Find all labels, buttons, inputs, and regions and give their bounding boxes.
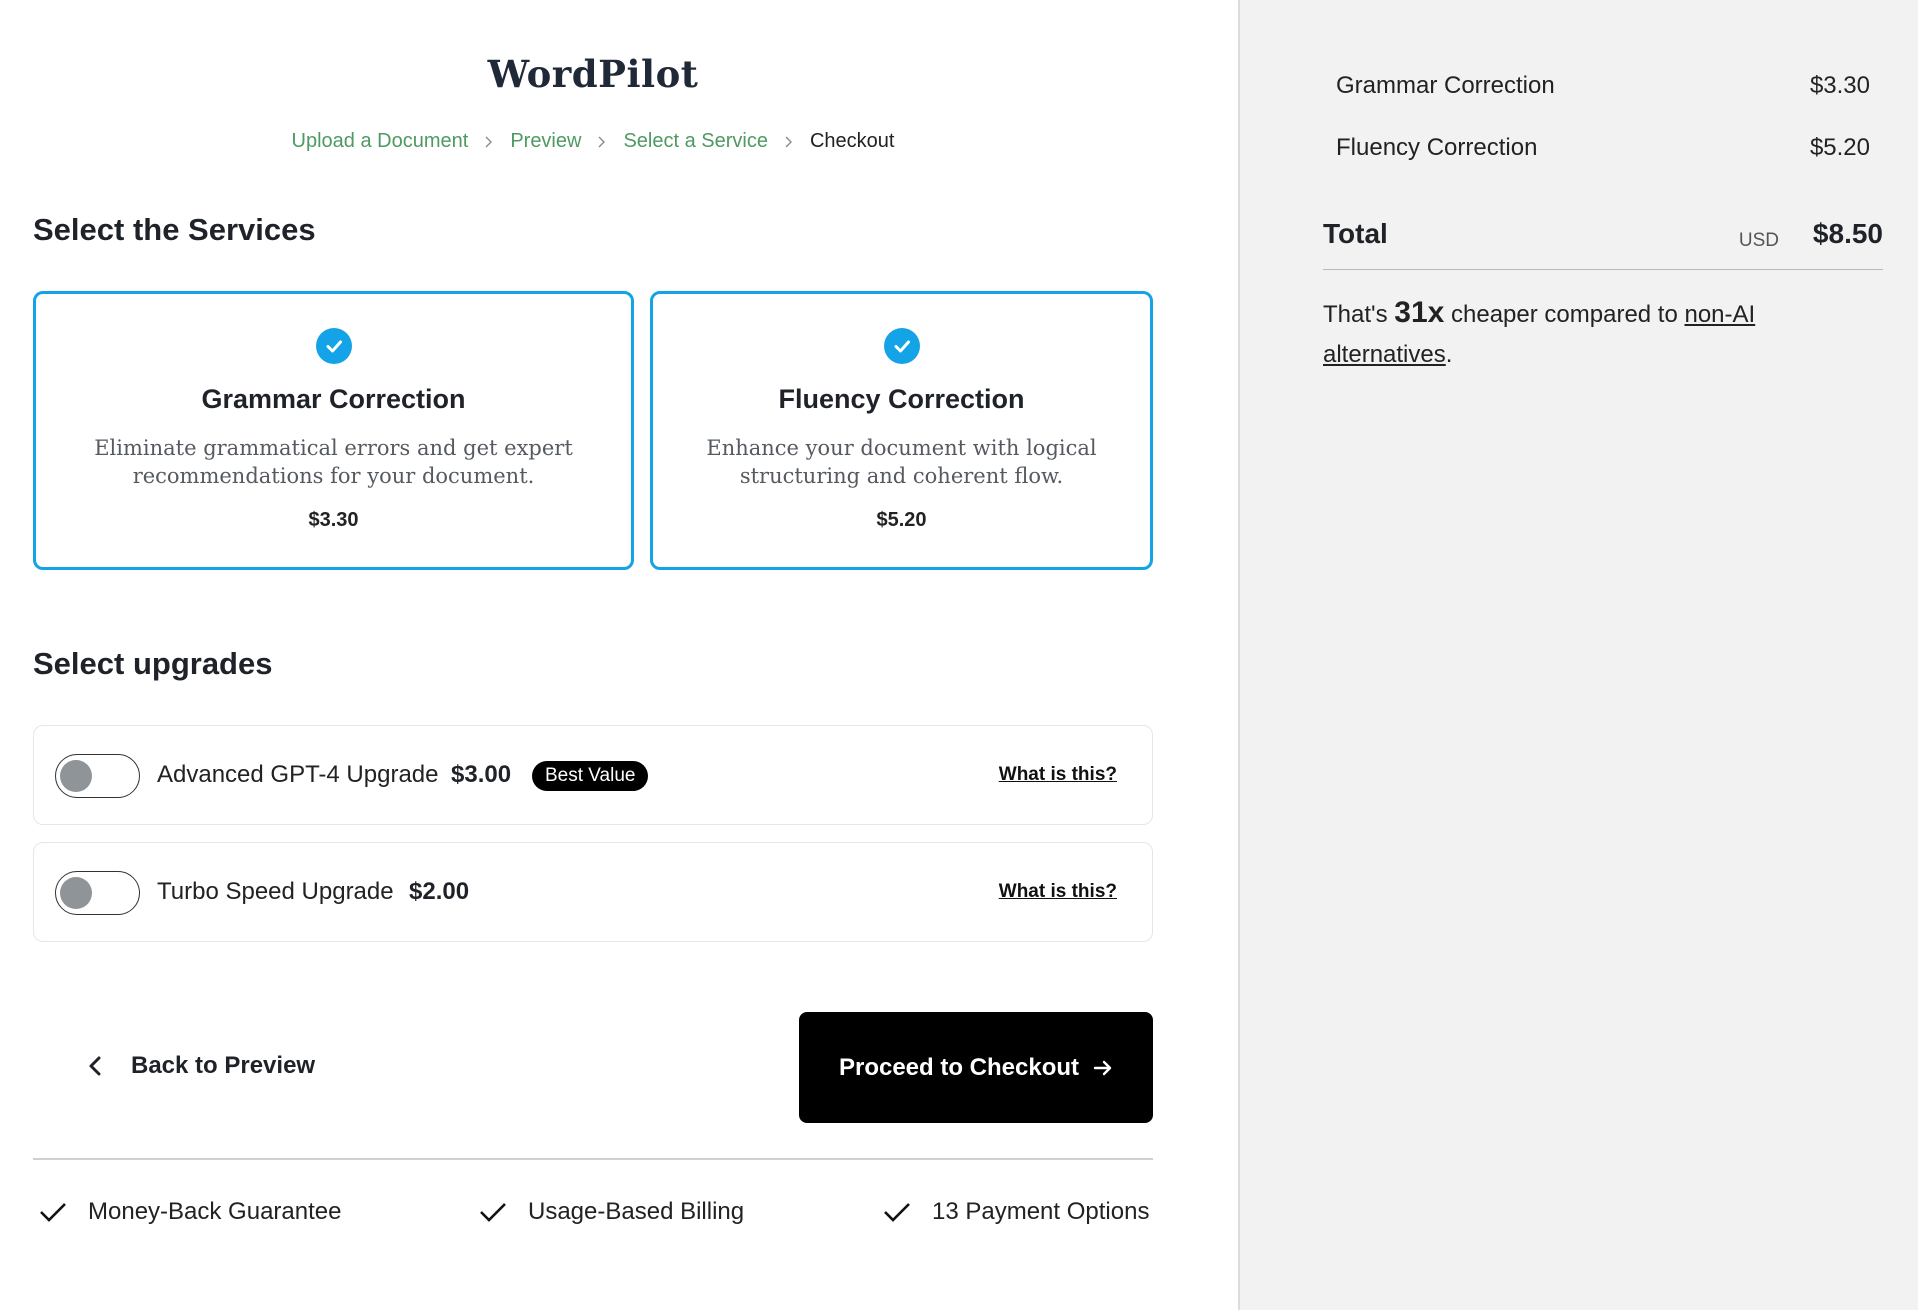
chevron-right-icon xyxy=(587,136,617,148)
feature-usage-billing: Usage-Based Billing xyxy=(478,1198,744,1226)
toggle-knob xyxy=(60,877,92,909)
service-card-fluency[interactable]: Fluency Correction Enhance your document… xyxy=(650,291,1153,570)
breadcrumb-select-service[interactable]: Select a Service xyxy=(623,130,768,153)
summary-total: Total USD $8.50 xyxy=(1323,218,1883,270)
service-title: Grammar Correction xyxy=(201,384,466,414)
feature-label: Money-Back Guarantee xyxy=(88,1198,342,1225)
upgrade-price: $3.00 xyxy=(451,761,512,788)
summary-line-amount: $3.30 xyxy=(1809,72,1870,99)
gpt4-upgrade-toggle[interactable] xyxy=(55,754,140,798)
upgrade-row-gpt4: Advanced GPT-4 Upgrade $3.00 Best Value … xyxy=(33,725,1153,825)
breadcrumb-upload[interactable]: Upload a Document xyxy=(292,130,469,153)
service-card-grammar[interactable]: Grammar Correction Eliminate grammatical… xyxy=(33,291,634,570)
upgrade-label: Turbo Speed Upgrade xyxy=(157,878,394,905)
total-currency: USD xyxy=(1738,230,1779,251)
checkmark-icon xyxy=(480,1203,506,1222)
what-is-this-link[interactable]: What is this? xyxy=(999,881,1117,903)
checkmark-icon xyxy=(884,1203,910,1222)
main-panel: WordPilot Upload a Document Preview Sele… xyxy=(0,0,1238,1310)
summary-line-label: Fluency Correction xyxy=(1336,134,1538,161)
order-summary-panel xyxy=(1238,0,1918,1310)
total-label: Total xyxy=(1323,218,1388,249)
total-amount: $8.50 xyxy=(1812,218,1883,249)
best-value-badge: Best Value xyxy=(532,761,649,791)
turbo-upgrade-toggle[interactable] xyxy=(55,871,140,915)
checkmark-circle-icon[interactable] xyxy=(883,328,920,364)
savings-prefix: That's xyxy=(1323,301,1395,328)
brand-logo[interactable]: WordPilot xyxy=(0,52,1186,96)
savings-middle: cheaper compared to xyxy=(1444,301,1685,328)
breadcrumb-preview[interactable]: Preview xyxy=(510,130,581,153)
summary-line-amount: $5.20 xyxy=(1809,134,1870,161)
feature-label: 13 Payment Options xyxy=(932,1198,1150,1225)
feature-payment-options: 13 Payment Options xyxy=(882,1198,1149,1226)
savings-suffix: . xyxy=(1445,341,1453,368)
service-description: Enhance your document with logical struc… xyxy=(706,436,1097,488)
savings-note: That's 31x cheaper compared to non-AI al… xyxy=(1323,293,1803,375)
savings-multiplier: 31x xyxy=(1394,296,1445,329)
breadcrumb-checkout: Checkout xyxy=(809,130,895,152)
breadcrumb: Upload a Document Preview Select a Servi… xyxy=(0,130,1186,153)
upgrade-price: $2.00 xyxy=(409,878,470,905)
chevron-right-icon xyxy=(774,136,804,148)
services-heading: Select the Services xyxy=(33,212,316,247)
service-description: Eliminate grammatical errors and get exp… xyxy=(94,436,573,488)
back-to-preview-button[interactable]: Back to Preview xyxy=(86,1052,315,1080)
chevron-left-icon xyxy=(89,1056,101,1076)
what-is-this-link[interactable]: What is this? xyxy=(999,764,1117,786)
feature-money-back: Money-Back Guarantee xyxy=(38,1198,341,1226)
summary-line-fluency: Fluency Correction $5.20 xyxy=(1336,134,1870,162)
proceed-to-checkout-button[interactable]: Proceed to Checkout xyxy=(799,1012,1153,1123)
arrow-right-icon xyxy=(1093,1060,1112,1075)
checkmark-icon xyxy=(40,1203,66,1222)
upgrades-heading: Select upgrades xyxy=(33,646,273,681)
summary-line-grammar: Grammar Correction $3.30 xyxy=(1336,72,1870,100)
chevron-right-icon xyxy=(474,136,504,148)
checkmark-circle-icon[interactable] xyxy=(315,328,352,364)
proceed-label: Proceed to Checkout xyxy=(838,1053,1080,1081)
feature-label: Usage-Based Billing xyxy=(528,1198,745,1225)
service-price: $5.20 xyxy=(876,509,927,531)
service-title: Fluency Correction xyxy=(778,384,1025,414)
back-label: Back to Preview xyxy=(131,1052,316,1079)
summary-line-label: Grammar Correction xyxy=(1336,72,1555,99)
upgrade-row-turbo: Turbo Speed Upgrade $2.00 What is this? xyxy=(33,842,1153,942)
service-price: $3.30 xyxy=(308,509,359,531)
toggle-knob xyxy=(60,760,92,792)
upgrade-label: Advanced GPT-4 Upgrade xyxy=(157,761,439,788)
divider xyxy=(33,1158,1153,1160)
